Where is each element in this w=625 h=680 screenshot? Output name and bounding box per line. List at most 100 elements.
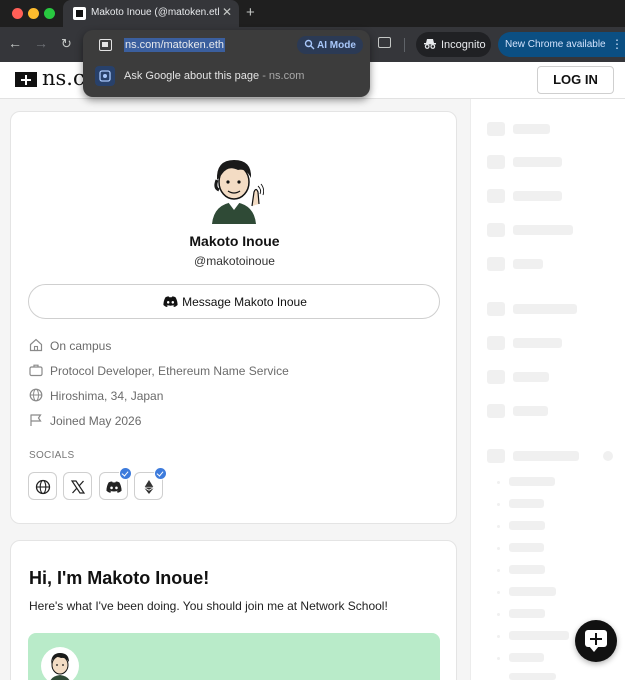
skeleton-line [513,191,562,201]
page-viewport: ns.co LOG IN Makoto Inoue @makotoinoue M… [0,62,625,680]
new-chrome-label: New Chrome available [505,39,606,50]
website-globe-icon [35,479,51,495]
window-maximize-button[interactable] [44,8,55,19]
skeleton-line [509,499,544,508]
skeleton-line [509,543,544,552]
skeleton-icon [487,404,505,418]
skeleton-line [513,225,573,235]
info-text-hometown: Hiroshima, 34, Japan [50,389,164,403]
forward-arrow-icon[interactable]: → [34,35,48,51]
chrome-menu-icon[interactable]: ⋮ [611,37,623,51]
profile-name: Makoto Inoue [189,233,280,249]
skeleton-icon [487,257,505,271]
message-button-content: Message Makoto Inoue [29,295,441,309]
skeleton-bullet [497,613,500,616]
ns-logo-icon[interactable] [15,72,37,87]
social-discord-button[interactable] [99,467,132,500]
info-text-status: On campus [50,339,112,353]
profile-card: Makoto Inoue @makotoinoue Message Makoto… [10,111,457,524]
ethereum-icon [144,480,154,494]
intro-body: Here's what I've been doing. You should … [29,599,388,613]
skeleton-bullet [497,525,500,528]
ai-mode-label: AI Mode [317,40,356,51]
skeleton-bullet [497,547,500,550]
browser-tab-active[interactable]: Makoto Inoue (@matoken.eth ✕ [63,0,239,27]
skeleton-bullet [497,569,500,572]
omnibox-site-icon [99,39,112,51]
skeleton-bullet [497,481,500,484]
skeleton-line [509,477,555,486]
ai-search-icon [304,39,315,53]
window-close-button[interactable] [12,8,23,19]
skeleton-line [509,521,545,530]
skeleton-line [509,565,545,574]
skeleton-bullet [497,503,500,506]
ai-mode-button[interactable]: AI Mode [297,36,363,54]
profile-handle: @makotoinoue [194,254,275,268]
skeleton-line [513,259,543,269]
discord-icon [106,481,122,493]
incognito-icon [424,38,436,52]
window-minimize-button[interactable] [28,8,39,19]
login-button[interactable]: LOG IN [537,66,614,94]
incognito-chip[interactable]: Incognito [416,32,491,57]
info-text-occupation: Protocol Developer, Ethereum Name Servic… [50,364,289,378]
skeleton-icon [487,155,505,169]
new-chrome-available-button[interactable]: New Chrome available ⋮ [498,32,625,57]
skeleton-line [513,124,550,134]
skeleton-line [509,609,545,618]
omnibox-dropdown: ns.com/matoken.eth AI Mode Ask Google ab… [83,30,370,97]
chat-plus-icon [585,630,607,647]
social-x-button[interactable] [63,472,92,500]
tab-title: Makoto Inoue (@matoken.eth [91,7,219,18]
message-button-label: Message Makoto Inoue [182,295,307,309]
activity-highlight-box [28,633,440,680]
info-text-joined: Joined May 2026 [50,414,142,428]
lens-search-icon [95,66,115,86]
skeleton-icon [487,302,505,316]
intro-card: Hi, I'm Makoto Inoue! Here's what I've b… [10,540,457,680]
skeleton-bullet [497,635,500,638]
discord-icon [163,296,178,307]
reload-icon[interactable]: ↻ [61,36,72,52]
google-lens-icon[interactable] [378,37,391,48]
skeleton-line [513,338,562,348]
ask-google-suggestion[interactable]: Ask Google about this page - ns.com [124,70,304,82]
ask-google-domain: - ns.com [259,70,305,82]
tab-close-icon[interactable]: ✕ [222,5,232,19]
new-tab-button[interactable]: + [246,4,255,21]
skeleton-icon [487,223,505,237]
profile-avatar [204,154,265,224]
briefcase-icon [29,364,43,377]
chat-bubble-tail [589,646,599,652]
toolbar-divider [404,38,405,52]
skeleton-bullet [497,591,500,594]
right-sidebar-loading [470,99,625,680]
tab-favicon-icon [73,7,86,20]
back-arrow-icon[interactable]: ← [8,35,22,51]
omnibox-url-input[interactable]: ns.com/matoken.eth [124,38,226,52]
skeleton-icon [487,336,505,350]
socials-heading: SOCIALS [29,450,75,461]
skeleton-line [513,304,577,314]
activity-avatar [41,647,79,680]
verified-check-icon [119,467,132,480]
intro-title: Hi, I'm Makoto Inoue! [29,568,210,588]
chat-fab-button[interactable] [575,620,617,662]
browser-tab-strip: Makoto Inoue (@matoken.eth ✕ + [0,0,625,27]
incognito-label: Incognito [441,39,486,51]
message-button[interactable]: Message Makoto Inoue [28,284,440,319]
skeleton-bullet [497,657,500,660]
home-icon [29,338,43,352]
skeleton-line [513,406,548,416]
skeleton-line [509,653,544,662]
social-ethereum-button[interactable] [134,467,167,500]
social-website-button[interactable] [28,472,57,500]
skeleton-line [513,372,549,382]
x-twitter-icon [70,480,86,494]
ask-google-text: Ask Google about this page [124,70,260,82]
skeleton-icon [487,370,505,384]
verified-check-icon [154,467,167,480]
skeleton-icon [487,189,505,203]
skeleton-line [509,673,556,680]
